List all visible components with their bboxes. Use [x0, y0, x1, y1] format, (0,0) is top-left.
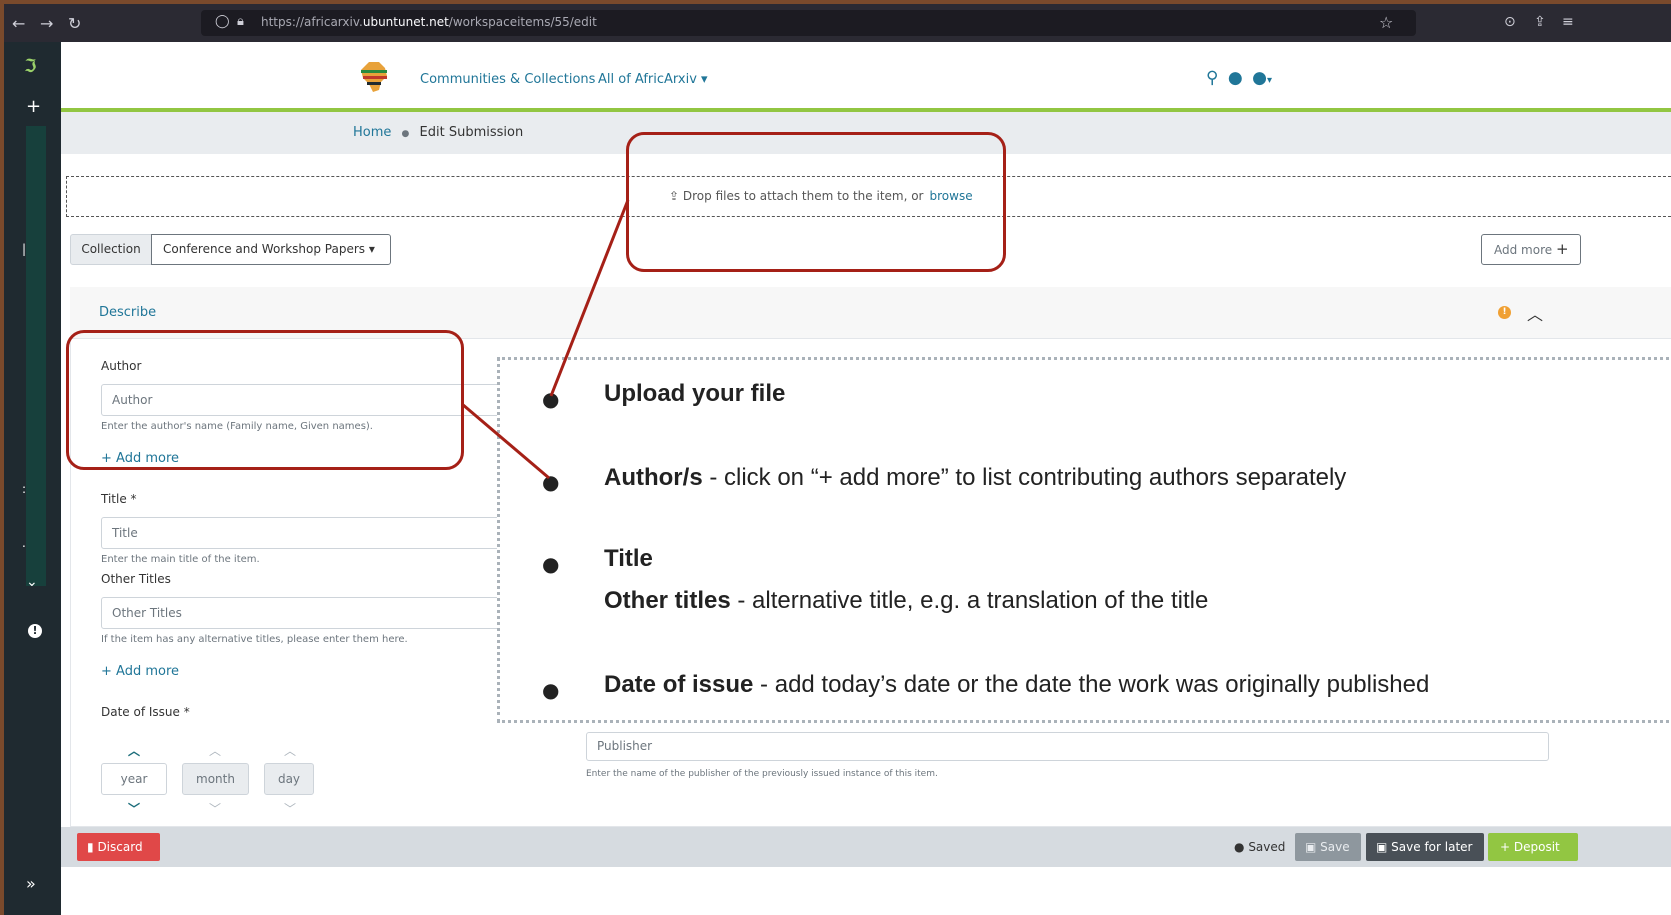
warning-icon: ! — [1498, 306, 1511, 319]
dspace-logo-icon[interactable]: ℑ — [24, 56, 37, 77]
month-input[interactable]: month — [182, 763, 249, 795]
collection-label: Collection — [70, 234, 152, 265]
chevron-down-icon[interactable]: ▾ — [1267, 75, 1272, 86]
title-label: Title * — [101, 492, 137, 506]
collection-dropdown[interactable]: Conference and Workshop Papers ▾ — [151, 234, 391, 265]
date-of-issue-label: Date of Issue * — [101, 705, 190, 719]
title-hint: Enter the main title of the item. — [101, 554, 260, 565]
header-icons: ⚲ ● ●▾ — [1206, 68, 1272, 88]
callout-date: Date of issue - add today’s date or the … — [604, 671, 1430, 698]
add-more-titles-link[interactable]: + Add more — [101, 664, 179, 679]
menu-icon[interactable]: ≡ — [1562, 14, 1574, 30]
publisher-hint: Enter the name of the publisher of the p… — [586, 769, 938, 779]
expand-icon[interactable]: » — [26, 874, 36, 893]
save-button[interactable]: ▣ Save — [1295, 833, 1361, 861]
callout-bullet: ● — [542, 470, 560, 494]
other-titles-hint: If the item has any alternative titles, … — [101, 634, 408, 645]
plus-icon: + — [1555, 240, 1569, 258]
breadcrumb-home-link[interactable]: Home — [353, 125, 391, 140]
shield-icon: ◯ — [215, 14, 230, 29]
trash-icon: ▮ — [87, 840, 94, 854]
save-for-later-button[interactable]: ▣ Save for later — [1366, 833, 1484, 861]
plus-icon: + — [101, 664, 112, 679]
pocket-icon[interactable]: ⊙ — [1504, 14, 1516, 30]
user-icon[interactable]: ● — [1252, 68, 1267, 88]
upload-highlight-box — [626, 132, 1006, 272]
other-titles-label: Other Titles — [101, 572, 171, 586]
check-circle-icon: ● — [1234, 840, 1245, 854]
breadcrumb-separator: ● — [401, 129, 410, 139]
publisher-input[interactable]: Publisher — [586, 732, 1549, 761]
plus-icon: + — [1500, 840, 1511, 854]
screen-frame: ← → ↻ ◯ 🔒︎ https://africarxiv.ubuntunet.… — [4, 4, 1671, 915]
deposit-button[interactable]: + Deposit — [1488, 833, 1578, 861]
author-highlight-box — [66, 330, 464, 470]
alert-icon[interactable]: ! — [28, 624, 42, 638]
url-text: https://africarxiv.ubuntunet.net/workspa… — [261, 15, 597, 29]
month-increment-icon[interactable]: ︿ — [209, 742, 221, 759]
africarxiv-logo[interactable] — [357, 60, 391, 94]
rail-scroll-strip — [26, 126, 46, 586]
day-decrement-icon[interactable]: ﹀ — [284, 800, 296, 817]
chevron-down-icon[interactable]: ⌄ — [26, 574, 38, 590]
save-icon: ▣ — [1376, 840, 1388, 854]
callout-other-titles: Other titles - alternative title, e.g. a… — [604, 587, 1209, 614]
chevron-up-icon[interactable]: ︿ — [1527, 301, 1543, 325]
bookmark-star-icon[interactable]: ☆ — [1379, 13, 1393, 32]
year-input[interactable]: year — [101, 763, 167, 795]
title-input[interactable]: Title — [101, 517, 501, 549]
day-input[interactable]: day — [264, 763, 314, 795]
month-decrement-icon[interactable]: ﹀ — [209, 800, 221, 817]
rail-marker: | — [22, 242, 27, 256]
year-increment-icon[interactable]: ︿ — [128, 742, 140, 759]
year-decrement-icon[interactable]: ﹀ — [128, 800, 140, 817]
nav-communities-link[interactable]: Communities & Collections — [420, 72, 595, 87]
callout-panel — [497, 357, 1671, 723]
describe-title[interactable]: Describe — [99, 305, 156, 320]
callout-bullet: ● — [542, 678, 560, 702]
rail-marker: . — [22, 536, 26, 550]
lock-icon: 🔒︎ — [237, 14, 244, 29]
browser-toolbar: ← → ↻ ◯ 🔒︎ https://africarxiv.ubuntunet.… — [4, 4, 1671, 42]
address-bar[interactable]: ◯ 🔒︎ https://africarxiv.ubuntunet.net/wo… — [201, 10, 1416, 36]
globe-icon[interactable]: ● — [1228, 68, 1243, 88]
callout-title: Title — [604, 545, 653, 572]
saved-status: ● Saved — [1234, 840, 1286, 854]
rail-marker: : — [22, 482, 27, 496]
nav-all-dropdown[interactable]: All of AfricArxiv ▾ — [598, 72, 708, 87]
add-more-button[interactable]: Add more + — [1481, 234, 1581, 265]
callout-bullet: ● — [542, 552, 560, 576]
callout-authors: Author/s - click on “+ add more” to list… — [604, 464, 1347, 491]
discard-button[interactable]: ▮ Discard — [77, 833, 160, 861]
back-arrow-icon[interactable]: ← — [12, 14, 25, 33]
extensions-icon[interactable]: ⇪ — [1534, 14, 1546, 30]
plus-icon[interactable]: + — [26, 96, 41, 117]
search-icon[interactable]: ⚲ — [1206, 68, 1218, 88]
other-titles-input[interactable]: Other Titles — [101, 597, 501, 629]
callout-bullet: ● — [542, 387, 560, 411]
callout-upload: Upload your file — [604, 380, 786, 407]
breadcrumb-current: Edit Submission — [419, 125, 524, 140]
forward-arrow-icon[interactable]: → — [40, 14, 53, 33]
save-icon: ▣ — [1305, 840, 1317, 854]
site-header: Communities & Collections All of AfricAr… — [61, 42, 1671, 108]
reload-icon[interactable]: ↻ — [68, 14, 81, 33]
day-increment-icon[interactable]: ︿ — [284, 742, 296, 759]
side-rail: ℑ + | : . ⌄ ! » — [4, 42, 61, 915]
